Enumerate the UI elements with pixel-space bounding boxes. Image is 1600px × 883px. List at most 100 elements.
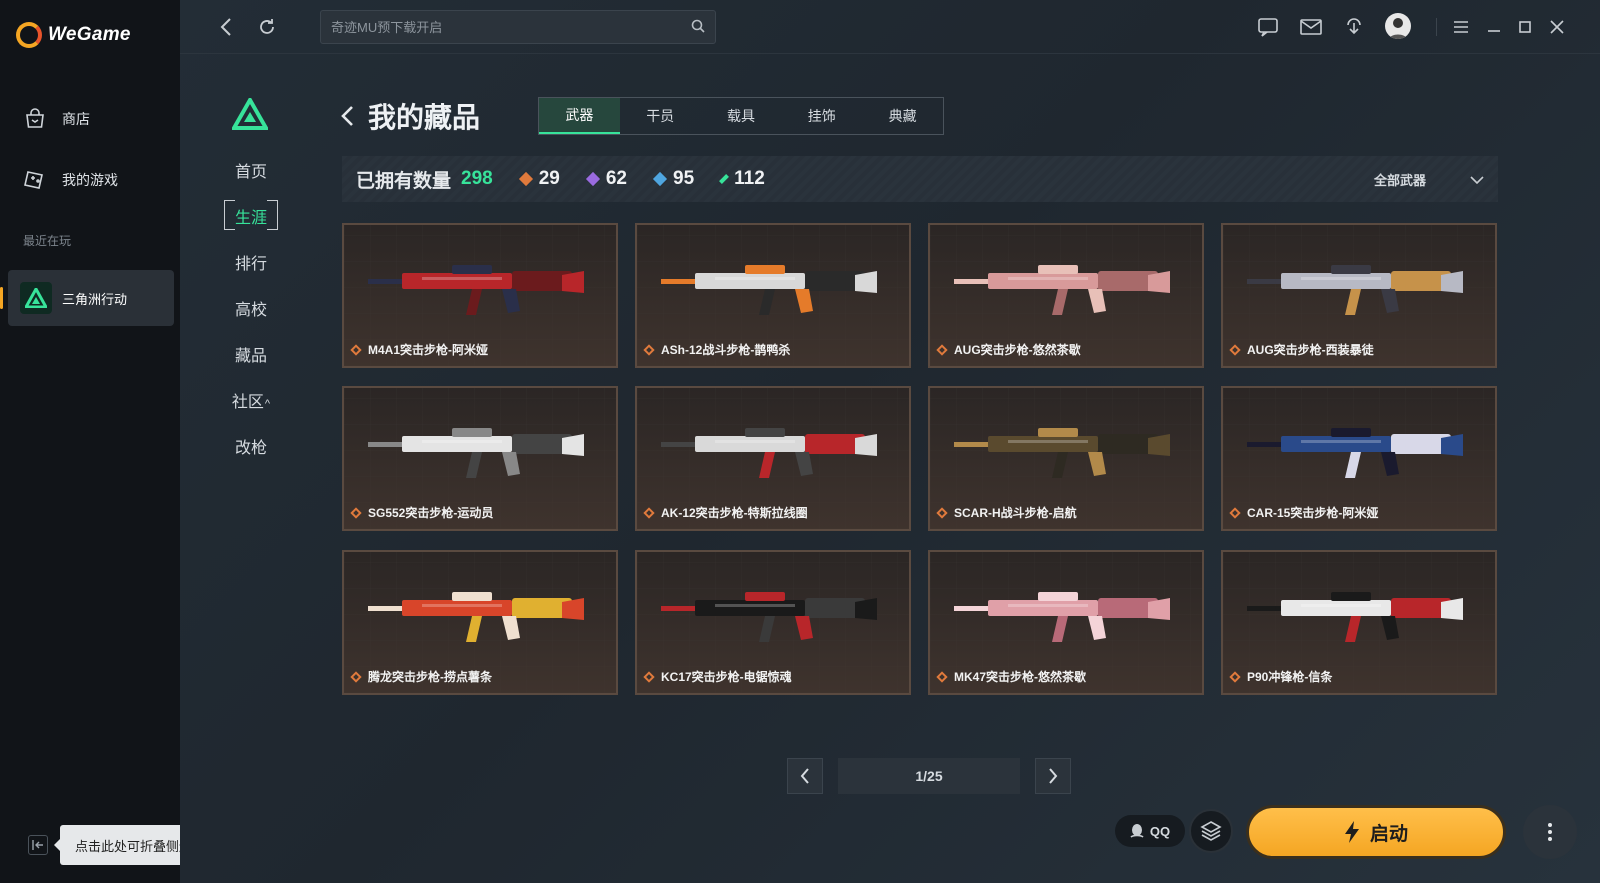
weapon-card[interactable]: AUG突击步枪-西装暴徒 xyxy=(1221,223,1497,368)
search-icon[interactable] xyxy=(691,19,705,36)
layers-icon xyxy=(1200,821,1222,841)
rarity-green: 112 xyxy=(719,168,765,190)
window-controls-divider xyxy=(1436,18,1437,36)
rarity-orange-icon xyxy=(350,343,362,356)
tab-charms[interactable]: 挂饰 xyxy=(781,98,862,134)
page-header: 我的藏品 xyxy=(340,96,480,136)
page-back-icon[interactable] xyxy=(340,101,362,131)
game-nav-ranking[interactable]: 排行 xyxy=(220,250,282,274)
qq-account-button[interactable]: QQ xyxy=(1115,815,1185,847)
weapon-name: CAR-15突击步枪-阿米娅 xyxy=(1247,506,1379,520)
page-title: 我的藏品 xyxy=(368,102,481,133)
more-vertical-icon xyxy=(1548,823,1552,841)
tab-vehicles[interactable]: 载具 xyxy=(701,98,782,134)
game-nav-gunsmith[interactable]: 改枪 xyxy=(220,434,282,458)
refresh-icon[interactable] xyxy=(255,15,279,39)
weapon-name: KC17突击步枪-电锯惊魂 xyxy=(661,670,792,684)
weapon-name: SG552突击步枪-运动员 xyxy=(368,506,494,520)
sidebar-item-my-games[interactable]: 我的游戏 xyxy=(22,167,118,193)
close-icon[interactable] xyxy=(1545,15,1569,39)
rarity-orange-icon xyxy=(936,343,948,356)
weapon-name: AUG突击步枪-西装暴徒 xyxy=(1247,343,1374,357)
rarity-orange-icon xyxy=(936,506,948,519)
tab-weapons[interactable]: 武器 xyxy=(539,98,620,134)
search-input[interactable] xyxy=(331,19,691,35)
weapon-card[interactable]: MK47突击步枪-悠然茶歇 xyxy=(928,550,1204,695)
recent-game-name: 三角洲行动 xyxy=(62,291,128,307)
weapon-name: M4A1突击步枪-阿米娅 xyxy=(368,343,489,357)
weapon-name: P90冲锋枪-信条 xyxy=(1247,670,1333,684)
game-tools-button[interactable] xyxy=(1189,809,1233,853)
weapon-card-label: 腾龙突击步枪-捞点薯条 xyxy=(350,668,492,685)
weapon-card-label: M4A1突击步枪-阿米娅 xyxy=(350,341,489,358)
weapon-card-label: MK47突击步枪-悠然茶歇 xyxy=(936,668,1087,685)
game-nav-collection[interactable]: 藏品 xyxy=(220,342,282,366)
rarity-orange-icon xyxy=(350,506,362,519)
chat-icon[interactable] xyxy=(1256,15,1280,39)
community-caret-icon: ^ xyxy=(264,398,271,410)
weapon-card[interactable]: AK-12突击步枪-特斯拉线圈 xyxy=(635,386,911,531)
recent-played-label: 最近在玩 xyxy=(23,234,72,248)
weapon-image xyxy=(954,428,1170,478)
weapon-name: 腾龙突击步枪-捞点薯条 xyxy=(368,670,492,684)
weapon-card[interactable]: 腾龙突击步枪-捞点薯条 xyxy=(342,550,618,695)
delta-force-emblem-icon[interactable] xyxy=(230,95,270,135)
game-nav-career[interactable]: 生涯 xyxy=(220,200,282,230)
sidebar-item-store[interactable]: 商店 xyxy=(22,106,90,132)
more-options-button[interactable] xyxy=(1523,805,1577,859)
user-avatar[interactable] xyxy=(1385,13,1411,39)
game-nav-community[interactable]: 社区^ xyxy=(220,388,282,412)
weapon-card[interactable]: ASh-12战斗步枪-鹊鸭杀 xyxy=(635,223,911,368)
game-nav-college[interactable]: 高校 xyxy=(220,296,282,320)
weapon-card[interactable]: P90冲锋枪-信条 xyxy=(1221,550,1497,695)
rarity-count: 29 xyxy=(538,168,560,189)
sidebar-item-label: 我的游戏 xyxy=(62,172,118,188)
rarity-count: 112 xyxy=(734,168,765,189)
wegame-logo[interactable]: WeGame xyxy=(16,22,131,48)
qq-label: QQ xyxy=(1149,823,1171,839)
maximize-icon[interactable] xyxy=(1513,15,1537,39)
game-nav-home[interactable]: 首页 xyxy=(220,158,282,182)
weapon-filter-dropdown[interactable]: 全部武器 xyxy=(1374,156,1484,202)
launch-button[interactable]: 启动 xyxy=(1246,805,1506,859)
rarity-purple-icon xyxy=(585,171,600,187)
weapon-image xyxy=(368,592,584,642)
rarity-blue-icon xyxy=(652,171,668,187)
weapon-card[interactable]: CAR-15突击步枪-阿米娅 xyxy=(1221,386,1497,531)
weapon-name: AK-12突击步枪-特斯拉线圈 xyxy=(661,506,808,520)
weapon-card-label: SCAR-H战斗步枪-启航 xyxy=(936,504,1077,521)
store-bag-icon xyxy=(22,106,48,132)
weapon-card[interactable]: SG552突击步枪-运动员 xyxy=(342,386,618,531)
rarity-orange-icon xyxy=(518,171,533,187)
qq-penguin-icon xyxy=(1130,824,1144,838)
tab-archive[interactable]: 典藏 xyxy=(862,98,943,134)
tab-operators[interactable]: 干员 xyxy=(620,98,701,134)
rarity-count: 62 xyxy=(605,168,627,189)
back-icon[interactable] xyxy=(214,15,238,39)
next-page-button[interactable] xyxy=(1035,758,1071,794)
weapon-card[interactable]: M4A1突击步枪-阿米娅 xyxy=(342,223,618,368)
weapon-card-label: SG552突击步枪-运动员 xyxy=(350,504,494,521)
menu-icon[interactable] xyxy=(1449,15,1473,39)
search-bar[interactable] xyxy=(320,10,716,44)
rarity-orange-icon xyxy=(643,670,655,683)
page-indicator: 1/25 xyxy=(838,758,1020,794)
delta-force-logo-icon xyxy=(20,282,52,314)
minimize-icon[interactable] xyxy=(1482,15,1506,39)
collapse-sidebar-icon[interactable] xyxy=(28,835,48,855)
prev-page-button[interactable] xyxy=(787,758,823,794)
weapon-name: MK47突击步枪-悠然茶歇 xyxy=(954,670,1087,684)
weapon-card[interactable]: SCAR-H战斗步枪-启航 xyxy=(928,386,1204,531)
weapon-card[interactable]: KC17突击步枪-电锯惊魂 xyxy=(635,550,911,695)
weapon-card-label: CAR-15突击步枪-阿米娅 xyxy=(1229,504,1379,521)
weapon-card-label: AK-12突击步枪-特斯拉线圈 xyxy=(643,504,808,521)
weapon-image xyxy=(1247,265,1463,315)
weapon-card-label: P90冲锋枪-信条 xyxy=(1229,668,1333,685)
weapon-image xyxy=(368,265,584,315)
download-icon[interactable] xyxy=(1342,15,1366,39)
weapon-card[interactable]: AUG突击步枪-悠然茶歇 xyxy=(928,223,1204,368)
collection-tabs: 武器 干员 载具 挂饰 典藏 xyxy=(538,97,944,135)
mail-icon[interactable] xyxy=(1299,15,1323,39)
rarity-green-icon xyxy=(719,174,730,184)
recent-game-delta-force[interactable]: 三角洲行动 xyxy=(0,270,174,326)
